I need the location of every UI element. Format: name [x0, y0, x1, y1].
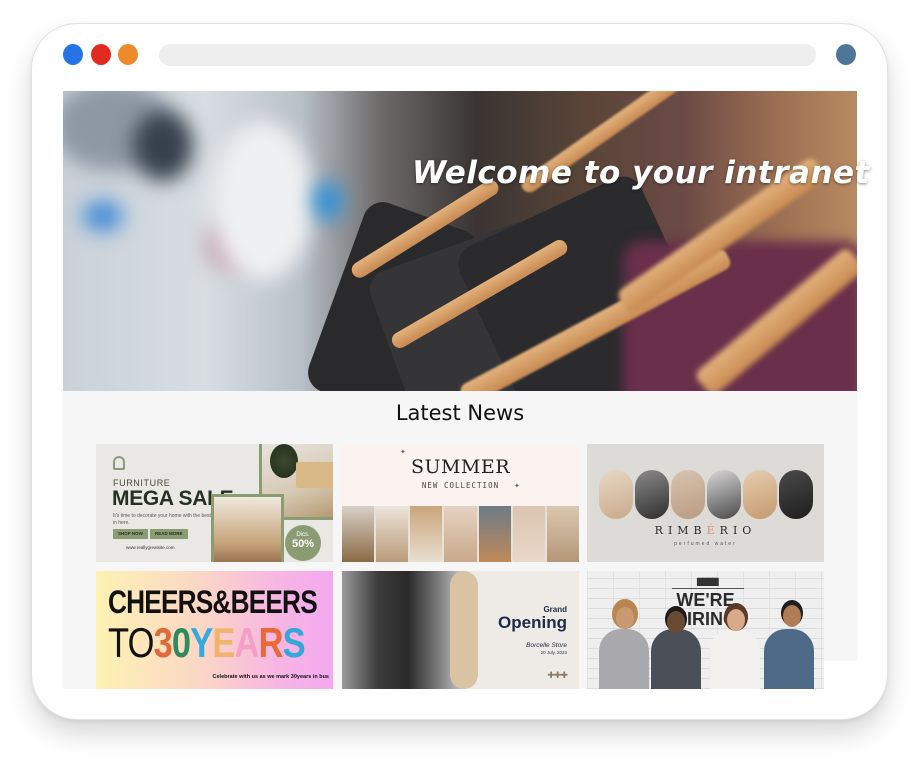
candidate-person [764, 629, 814, 689]
tile-caption: Celebrate with us as we mark 30years in … [212, 674, 329, 680]
clothing-rack-photo [342, 571, 462, 689]
colored-letter: S [282, 619, 306, 666]
dining-room-photo [211, 494, 284, 562]
candidate-head [616, 607, 634, 629]
brand-name-accent: É [706, 524, 720, 537]
perfume-photo [599, 470, 633, 519]
plant-image [270, 444, 298, 478]
perfume-photo [743, 470, 777, 519]
tile-headline: CHEERS&BEERS [108, 584, 318, 620]
furniture-logo-icon [113, 456, 125, 470]
perfume-photo [779, 470, 813, 519]
product-photo [444, 506, 477, 562]
product-photo [342, 506, 375, 562]
hero-bg-blob [313, 181, 343, 221]
news-tile-furniture-sale[interactable]: FURNITURE MEGA SALE It's time to decorat… [96, 444, 333, 562]
brand-name-part: RIO [719, 524, 757, 537]
candidate-person [651, 629, 701, 689]
news-tile-cheers-30-years[interactable]: CHEERS&BEERS TO30YEARS Celebrate with us… [96, 571, 333, 689]
perfume-photo [671, 470, 705, 519]
hero-banner [63, 91, 857, 391]
profile-avatar-icon[interactable] [836, 44, 856, 65]
chairs-icon: ▇▇▇▇ [697, 577, 719, 586]
tile-prefix: TO [108, 619, 154, 666]
discount-value: 50% [291, 538, 315, 550]
candidate-person [599, 629, 649, 689]
candidate-head [783, 605, 801, 627]
tile-subheadline: NEW COLLECTION [421, 481, 500, 490]
colored-letter: A [234, 619, 260, 666]
sparkle-icon: ✦ [514, 483, 520, 490]
colored-letter: 0 [171, 619, 191, 666]
hero-bg-blob [213, 121, 313, 281]
cabinet-image [296, 462, 333, 488]
sparkle-icon: ✦ [400, 449, 406, 456]
window-maximize-button[interactable] [118, 44, 138, 65]
hero-title: Welcome to your intranet [412, 155, 870, 191]
colored-letter: 3 [153, 619, 173, 666]
tile-headline: Opening [498, 613, 567, 632]
candidate-head [727, 609, 745, 631]
product-photo [512, 506, 545, 562]
shop-now-button[interactable]: SHOP NOW [113, 529, 148, 539]
product-photo-strip [342, 506, 579, 562]
read-more-button[interactable]: READ MORE [150, 529, 188, 539]
store-name: Borcelle Store [526, 642, 567, 649]
discount-badge: Dics. 50% [285, 525, 321, 561]
tile-subheadline: TO30YEARS [108, 619, 306, 667]
product-photo [478, 506, 511, 562]
hero-bg-blob [133, 111, 193, 181]
tile-headline: SUMMER [410, 456, 511, 478]
window-minimize-button[interactable] [91, 44, 111, 65]
divider [672, 588, 744, 589]
product-photo [410, 506, 443, 562]
latest-news-heading: Latest News [395, 401, 525, 425]
news-tile-grand-opening[interactable]: Grand Opening Borcelle Store 20 July, 20… [342, 571, 579, 689]
perfume-photo [635, 470, 669, 519]
candidate-person [710, 629, 760, 689]
news-tile-were-hiring[interactable]: ▇▇▇▇ WE'RE HIRING [587, 571, 824, 689]
perfume-photo [707, 470, 741, 519]
decorative-wave [450, 571, 478, 689]
hero-bg-blob [83, 201, 123, 231]
event-date: 20 July, 2023 [540, 650, 567, 655]
tile-website: www.reallygreatsite.com [126, 545, 175, 550]
window-close-button[interactable] [63, 44, 83, 65]
brand-name-part: RIMB [654, 524, 707, 537]
colored-letter: E [212, 619, 235, 666]
colored-letter: R [258, 619, 284, 666]
address-bar[interactable] [159, 44, 816, 66]
candidate-head [667, 611, 685, 633]
brand-name: RIMBÉRIO [587, 524, 824, 537]
news-tile-summer-collection[interactable]: ✦ SUMMER NEW COLLECTION ✦ [342, 444, 579, 562]
colored-letter: Y [190, 619, 213, 666]
plus-decoration-icon: ✚✚✚ [547, 670, 568, 680]
news-tile-rimberio[interactable]: RIMBÉRIO perfumed water [587, 444, 824, 562]
brand-tagline: perfumed water [674, 541, 737, 547]
perfume-photo-row [599, 470, 813, 519]
product-photo [546, 506, 579, 562]
product-photo [376, 506, 409, 562]
